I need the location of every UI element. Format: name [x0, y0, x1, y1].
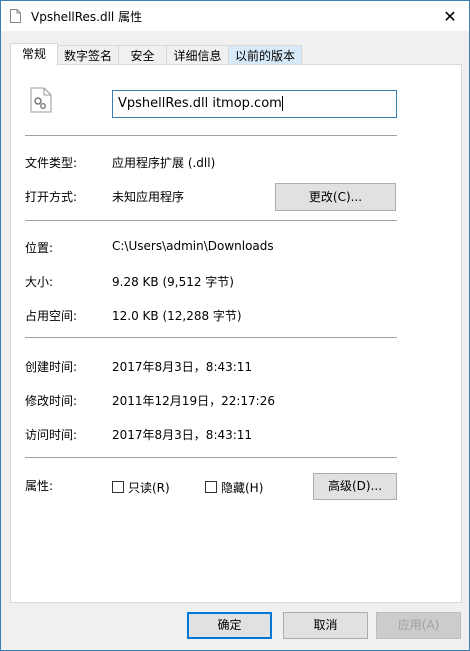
attributes-label: 属性: [25, 479, 54, 493]
close-icon: ✕ [443, 6, 457, 26]
separator [25, 220, 397, 221]
ok-button[interactable]: 确定 [187, 612, 272, 639]
file-type-label: 文件类型: [25, 156, 78, 170]
cancel-button[interactable]: 取消 [283, 612, 368, 639]
location-value: C:\Users\admin\Downloads [112, 239, 274, 253]
advanced-button[interactable]: 高级(D)... [313, 473, 397, 500]
apply-button[interactable]: 应用(A) [376, 612, 461, 639]
title-bar[interactable]: VpshellRes.dll 属性 ✕ [1, 1, 469, 31]
opens-with-label: 打开方式: [25, 190, 78, 204]
separator [25, 457, 397, 458]
hidden-checkbox[interactable] [205, 481, 217, 493]
readonly-checkbox[interactable] [112, 481, 124, 493]
separator [25, 135, 397, 136]
size-value: 9.28 KB (9,512 字节) [112, 275, 234, 289]
accessed-value: 2017年8月3日，8:43:11 [112, 428, 253, 442]
text-caret [281, 96, 283, 111]
created-label: 创建时间: [25, 360, 78, 374]
tab-previous-versions[interactable]: 以前的版本 [228, 45, 302, 66]
filename-input[interactable]: VpshellRes.dll itmop.com [112, 90, 397, 118]
location-label: 位置: [25, 241, 54, 255]
separator [25, 337, 397, 338]
readonly-label[interactable]: 只读(R) [128, 479, 170, 496]
file-icon [10, 9, 21, 23]
modified-value: 2011年12月19日，22:17:26 [112, 394, 275, 408]
change-button[interactable]: 更改(C)... [275, 183, 396, 211]
size-on-disk-label: 占用空间: [25, 309, 78, 323]
accessed-label: 访问时间: [25, 428, 78, 442]
general-panel: VpshellRes.dll itmop.com 文件类型: 应用程序扩展 (.… [10, 64, 462, 603]
created-value: 2017年8月3日，8:43:11 [112, 360, 253, 374]
tab-general[interactable]: 常规 [10, 43, 58, 66]
close-button[interactable]: ✕ [439, 5, 461, 27]
size-label: 大小: [25, 275, 54, 289]
opens-with-value: 未知应用程序 [112, 190, 185, 204]
modified-label: 修改时间: [25, 394, 78, 408]
window-title: VpshellRes.dll 属性 [31, 10, 143, 24]
file-type-value: 应用程序扩展 (.dll) [112, 156, 216, 170]
tab-digital-signatures[interactable]: 数字签名 [57, 45, 119, 66]
dll-file-icon [30, 87, 52, 113]
filename-text: VpshellRes.dll itmop.com [118, 96, 282, 111]
hidden-label[interactable]: 隐藏(H) [221, 479, 263, 496]
tab-details[interactable]: 详细信息 [166, 45, 229, 66]
properties-window: VpshellRes.dll 属性 ✕ 常规 数字签名 安全 详细信息 以前的版… [0, 0, 470, 651]
tab-security[interactable]: 安全 [118, 45, 167, 66]
size-on-disk-value: 12.0 KB (12,288 字节) [112, 309, 242, 323]
